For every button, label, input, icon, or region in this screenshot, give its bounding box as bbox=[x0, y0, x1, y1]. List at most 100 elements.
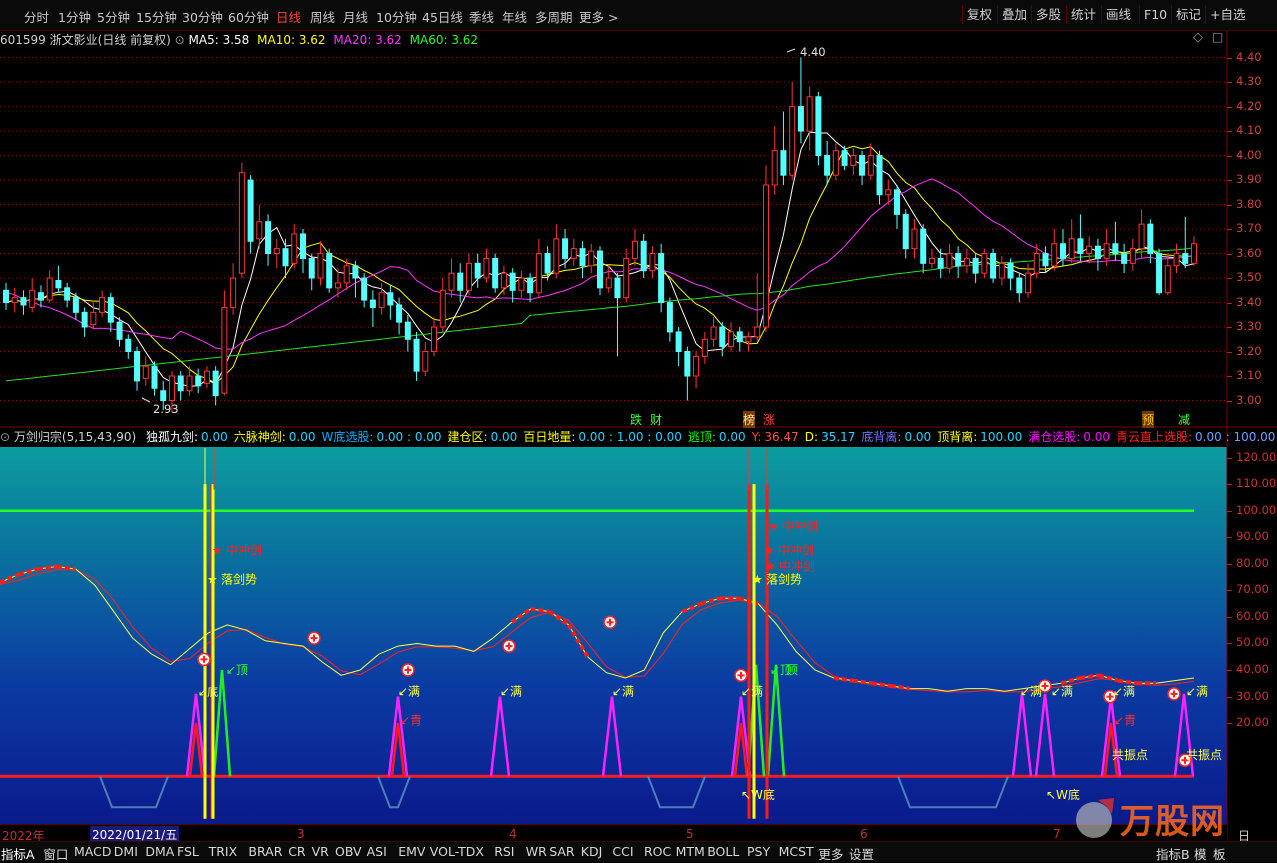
tick-mark bbox=[1227, 723, 1232, 725]
candle-up bbox=[422, 351, 429, 372]
candle-up bbox=[981, 253, 988, 274]
price-tick-label: 4.40 bbox=[1236, 49, 1262, 64]
candle-up bbox=[186, 375, 193, 392]
candle-up bbox=[378, 292, 385, 308]
candle-up bbox=[1103, 243, 1110, 259]
bottom-tab-11[interactable]: ASI bbox=[367, 844, 387, 859]
annotation-man: ↙满 bbox=[1186, 684, 1208, 698]
price-tick-label: 3.90 bbox=[1236, 172, 1262, 187]
bottom-tab-24[interactable]: 更多 bbox=[818, 844, 843, 863]
tick-mark bbox=[1227, 670, 1232, 671]
bottom-tab-23[interactable]: MCST bbox=[779, 844, 814, 859]
bottom-tab-17[interactable]: KDJ bbox=[581, 844, 603, 859]
candle-up bbox=[1086, 245, 1093, 255]
candle-up bbox=[1025, 272, 1032, 294]
candle-up bbox=[998, 262, 1005, 279]
candle-up bbox=[728, 331, 735, 348]
candle-up bbox=[754, 326, 761, 338]
annotation-man: ↙满 bbox=[612, 684, 634, 698]
price-tick-label: 3.10 bbox=[1236, 368, 1262, 382]
candle-down bbox=[300, 233, 306, 259]
watermark-text: 万股网 bbox=[1120, 802, 1225, 842]
candle-up bbox=[203, 370, 210, 384]
bottom-tab-19[interactable]: ROC bbox=[644, 844, 671, 859]
bottom-tab-8[interactable]: CR bbox=[288, 844, 305, 859]
candle-up bbox=[1191, 243, 1197, 264]
candle-up bbox=[631, 240, 638, 259]
tick-mark bbox=[1227, 590, 1232, 592]
annotation-ding: 顶 bbox=[786, 663, 798, 677]
candle-up bbox=[334, 282, 341, 289]
tick-mark bbox=[1227, 351, 1232, 353]
tick-mark bbox=[1227, 229, 1232, 231]
candle-up bbox=[1033, 253, 1040, 274]
bottom-tab-22[interactable]: PSY bbox=[747, 844, 770, 859]
indicator-item-value-9: 100.00 bbox=[980, 430, 1023, 444]
bottom-tab-21[interactable]: BOLL bbox=[707, 844, 739, 859]
indicator-legend: ⊙ 万剑归宗(5,15,43,90) 独孤九剑: 0.00 六脉神剑: 0.00 W底选… bbox=[0, 428, 1275, 445]
candle-up bbox=[771, 150, 778, 186]
candle-up bbox=[1051, 243, 1058, 267]
bottom-right-0[interactable]: 指标B bbox=[1156, 844, 1190, 863]
rising-segment bbox=[56, 564, 77, 572]
bottom-right-1[interactable]: 模 bbox=[1194, 844, 1207, 863]
bottom-tab-3[interactable]: DMI bbox=[114, 844, 138, 859]
candle-down bbox=[177, 375, 184, 392]
price-tick-label: 3.70 bbox=[1236, 221, 1262, 236]
price-grid bbox=[0, 57, 1227, 402]
candle-down bbox=[1094, 245, 1101, 259]
annotation-ding: ↙顶 bbox=[226, 663, 248, 677]
bottom-tab-16[interactable]: SAR bbox=[549, 844, 574, 859]
star-icon: ★ bbox=[768, 520, 779, 534]
candle-down bbox=[894, 189, 900, 215]
candle-down bbox=[308, 257, 315, 279]
month-3: 3 bbox=[297, 827, 305, 841]
bottom-tab-15[interactable]: WR bbox=[526, 844, 547, 859]
bottom-tab-13[interactable]: VOL-TDX bbox=[430, 844, 484, 859]
bottom-tab-4[interactable]: DMA bbox=[145, 844, 174, 859]
bottom-tab-14[interactable]: RSI bbox=[494, 844, 514, 859]
indicator-tick-label: 70.00 bbox=[1236, 582, 1269, 597]
candle-up bbox=[448, 272, 455, 291]
price-tick-label: 3.50 bbox=[1236, 270, 1262, 285]
candle-up bbox=[168, 375, 175, 402]
candle-down bbox=[640, 240, 647, 272]
candle-down bbox=[509, 272, 516, 291]
bottom-right-2[interactable]: 板 bbox=[1213, 844, 1226, 863]
candle-down bbox=[902, 213, 909, 250]
indicator-item-label-2: W底选股: bbox=[321, 430, 374, 444]
bottom-tab-10[interactable]: OBV bbox=[335, 844, 362, 859]
cursor-date: 2022/01/21/五 bbox=[90, 826, 180, 842]
indicator-item-label-6: Y: bbox=[751, 430, 762, 444]
candle-up bbox=[745, 336, 752, 343]
candle-up bbox=[649, 253, 656, 272]
candle-up bbox=[928, 257, 935, 264]
indicator-item-value-8: 0.00 bbox=[904, 430, 932, 444]
bottom-tab-5[interactable]: FSL bbox=[177, 844, 199, 859]
candle-down bbox=[562, 238, 569, 259]
tick-mark bbox=[1227, 204, 1232, 206]
annotation-man: ↙满 bbox=[500, 684, 522, 698]
bottom-tab-9[interactable]: VR bbox=[312, 844, 329, 859]
bottom-tab-25[interactable]: 设置 bbox=[849, 844, 874, 863]
bottom-tab-1[interactable]: 窗口 bbox=[43, 844, 68, 863]
indicator-collapse-icon[interactable]: ⊙ bbox=[0, 430, 10, 444]
indicator-tick-label: 90.00 bbox=[1236, 529, 1269, 544]
bottom-tab-2[interactable]: MACD bbox=[74, 844, 111, 859]
candle-up bbox=[1173, 253, 1180, 267]
bottom-tab-20[interactable]: MTM bbox=[676, 844, 705, 859]
candle-up bbox=[1138, 223, 1145, 250]
candles bbox=[3, 57, 1197, 413]
tick-mark bbox=[1227, 643, 1232, 645]
indicator-item-value-4: 0.00 : 1.00 : 0.00 bbox=[578, 430, 682, 444]
candle-down bbox=[797, 106, 804, 132]
candle-up bbox=[500, 272, 507, 289]
bottom-tab-7[interactable]: BRAR bbox=[248, 844, 282, 859]
bottom-tab-0[interactable]: 指标A bbox=[1, 844, 35, 863]
bottom-tab-18[interactable]: CCI bbox=[612, 844, 633, 859]
candle-up bbox=[518, 277, 525, 291]
bottom-tab-6[interactable]: TRIX bbox=[209, 844, 238, 859]
tick-mark bbox=[1227, 278, 1232, 280]
annotation-wdi: ↖W底 bbox=[741, 787, 775, 802]
bottom-tab-12[interactable]: EMV bbox=[398, 844, 425, 859]
